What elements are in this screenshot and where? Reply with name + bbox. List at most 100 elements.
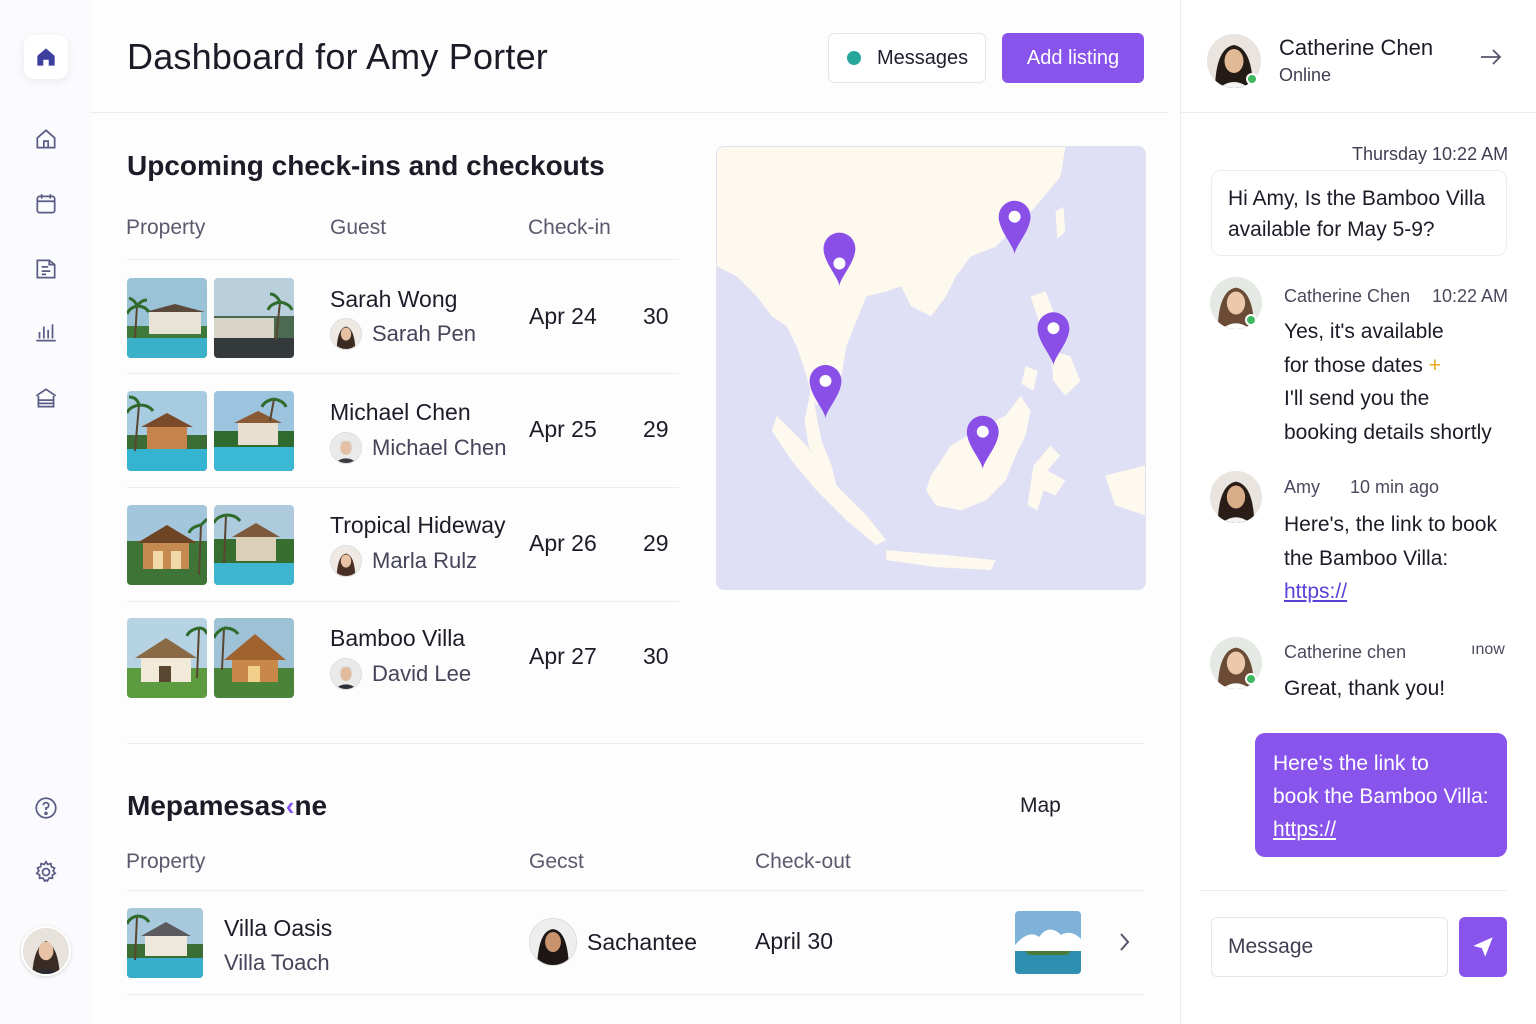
guest: Marla Rulz: [330, 545, 477, 577]
add-listing-button[interactable]: Add listing: [1002, 33, 1144, 83]
message-time: 10 min ago: [1350, 477, 1440, 497]
listing-icon[interactable]: [24, 247, 68, 291]
property-icon[interactable]: [24, 376, 68, 420]
stay-count: 29: [643, 416, 669, 442]
message-body: Great, thank you!: [1284, 677, 1446, 700]
message-time: ınow: [1471, 641, 1505, 658]
checkin-date: Apr 25: [529, 416, 597, 442]
message-input[interactable]: [1211, 917, 1448, 977]
guest-name: Marla Rulz: [372, 548, 478, 573]
message-line: the Bamboo Villa:: [1284, 546, 1449, 570]
contact-status: Online: [1279, 65, 1332, 85]
table-divider: [127, 601, 679, 602]
column-header-checkout: Check-out: [755, 850, 851, 873]
message-timestamp: Thursday 10:22 AM: [1352, 144, 1509, 164]
checkouts-title-tail: ne: [294, 790, 328, 821]
messages-button[interactable]: Messages: [828, 33, 986, 83]
message-line: Here's the link to: [1273, 752, 1429, 775]
property-name: Bamboo Villa: [330, 625, 466, 651]
chevron-right-icon[interactable]: [1114, 928, 1134, 956]
settings-icon[interactable]: [24, 850, 68, 894]
panel-divider: [1180, 112, 1536, 113]
column-header-property: Property: [126, 850, 206, 873]
map-toggle-link[interactable]: Map: [1020, 794, 1061, 818]
help-icon[interactable]: [24, 786, 68, 830]
message-link[interactable]: https://: [1284, 580, 1347, 603]
checkin-date: Apr 27: [529, 643, 597, 669]
guest-name: David Lee: [372, 661, 472, 686]
message-body: Here's, the link to book the Bamboo Vill…: [1284, 508, 1497, 609]
guest-name: Michael Chen: [372, 435, 507, 460]
location-photo: [1015, 911, 1081, 974]
property-photo: [127, 618, 207, 698]
table-divider: [127, 994, 1144, 995]
property-name: Tropical Hideway: [330, 512, 506, 538]
message-sender: Amy: [1284, 477, 1320, 497]
property-photo: [214, 391, 294, 471]
guest-name: Sarah Pen: [372, 321, 476, 346]
user-avatar[interactable]: [21, 926, 71, 976]
checkouts-title-text: Mepamesas: [127, 790, 286, 821]
checkin-date: Apr 26: [529, 530, 597, 556]
sender-avatar: [1210, 471, 1262, 523]
property-photo: [214, 618, 294, 698]
guest: Michael Chen: [330, 432, 507, 464]
checkouts-section-title: Mepamesas‹ne: [127, 790, 327, 822]
plus-icon: +: [1428, 353, 1442, 377]
contact-name: Catherine Chen: [1279, 35, 1434, 60]
column-header-checkin: Check-in: [528, 216, 611, 239]
guest-avatar: [529, 918, 577, 966]
online-indicator: [1246, 73, 1258, 85]
property-photo: [127, 505, 207, 585]
calendar-icon[interactable]: [24, 182, 68, 226]
column-header-property: Property: [126, 216, 206, 239]
message-line: Yes, it's available: [1284, 320, 1444, 343]
stay-count: 29: [643, 530, 669, 556]
analytics-icon[interactable]: [24, 310, 68, 354]
table-divider: [127, 259, 679, 260]
message-line: for those dates +: [1284, 349, 1492, 383]
message-link[interactable]: https://: [1273, 818, 1336, 841]
upcoming-section-title: Upcoming check-ins and checkouts: [127, 150, 605, 181]
message-line: booking details shortly: [1284, 420, 1492, 444]
message-line: I'll send you the: [1284, 387, 1430, 410]
guest: Sarah Pen: [330, 318, 476, 350]
home-filled-icon[interactable]: [24, 35, 68, 79]
section-divider: [127, 743, 1144, 744]
property-photo: [127, 391, 207, 471]
table-divider: [127, 890, 1144, 891]
status-dot: [847, 51, 861, 65]
column-header-guest: Guest: [330, 216, 387, 239]
send-button[interactable]: [1459, 917, 1507, 977]
guest-avatar: [330, 658, 362, 690]
header-divider: [90, 112, 1168, 113]
listings-map[interactable]: [716, 146, 1146, 590]
outgoing-message-bubble: Here's the link to book the Bamboo Villa…: [1255, 733, 1507, 857]
guest-avatar: [330, 318, 362, 350]
guest: Sachantee: [529, 918, 697, 966]
send-icon: [1473, 937, 1493, 957]
arrow-right-icon[interactable]: [1478, 44, 1504, 70]
property-name: Villa Oasis: [224, 915, 333, 941]
messages-button-label: Messages: [877, 46, 969, 69]
property-photo: [214, 278, 294, 358]
guest-name: Sachantee: [587, 928, 697, 955]
left-rail: [0, 0, 90, 1024]
message-line-text: for those dates: [1284, 353, 1423, 377]
incoming-message-bubble: Hi Amy, Is the Bamboo Villa available fo…: [1211, 170, 1507, 256]
message-body: Yes, it's available for those dates + I'…: [1284, 315, 1492, 449]
guest-avatar: [330, 432, 362, 464]
table-divider: [127, 373, 679, 374]
property-name: Sarah Wong: [330, 286, 458, 312]
home-icon[interactable]: [24, 117, 68, 161]
property-photo: [214, 505, 294, 585]
column-header-guest: Gecst: [529, 850, 584, 873]
property-photo: [127, 908, 203, 978]
message-sender: Catherine chen: [1284, 642, 1407, 662]
message-sender: Catherine Chen: [1284, 286, 1411, 306]
online-indicator: [1245, 314, 1257, 326]
property-subtitle: Villa Toach: [224, 950, 330, 975]
property-name: Michael Chen: [330, 399, 471, 425]
stay-count: 30: [643, 303, 669, 329]
property-photo: [127, 278, 207, 358]
